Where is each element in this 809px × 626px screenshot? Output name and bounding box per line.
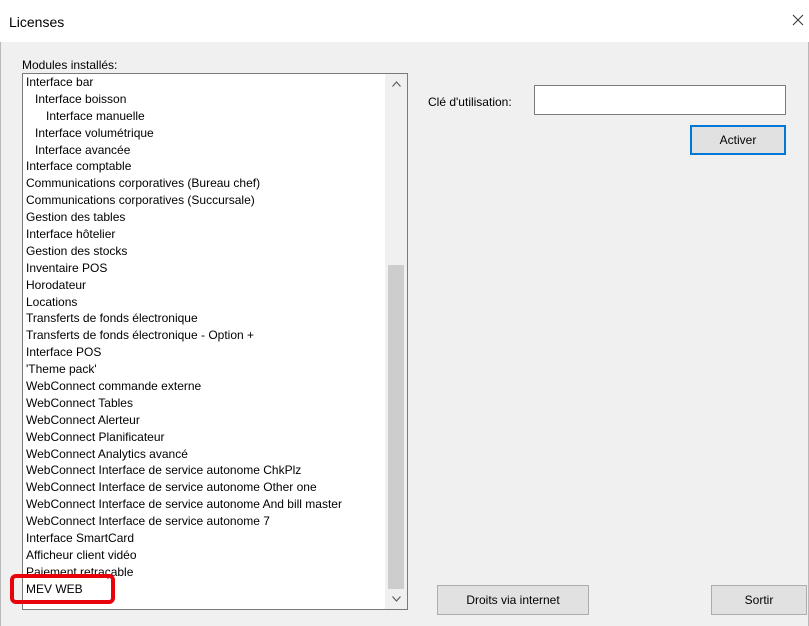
list-item[interactable]: Interface boisson <box>23 91 385 108</box>
list-item[interactable]: Horodateur <box>23 277 385 294</box>
list-item[interactable]: WebConnect Alerteur <box>23 412 385 429</box>
title-bar: Licenses <box>0 0 809 42</box>
activate-button[interactable]: Activer <box>690 125 786 155</box>
chevron-down-icon <box>391 596 401 602</box>
list-item[interactable]: Locations <box>23 294 385 311</box>
license-key-label: Clé d'utilisation: <box>428 95 512 109</box>
scroll-thumb[interactable] <box>388 265 404 589</box>
license-key-input[interactable] <box>534 85 786 115</box>
list-item[interactable]: Afficheur client vidéo <box>23 547 385 564</box>
modules-list: Interface bar Interface boisson Interface … <box>23 74 385 598</box>
list-item[interactable]: Interface hôtelier <box>23 226 385 243</box>
exit-button[interactable]: Sortir <box>711 585 807 615</box>
vertical-scrollbar[interactable] <box>385 74 407 609</box>
list-item[interactable]: Interface comptable <box>23 158 385 175</box>
close-icon <box>792 14 804 26</box>
list-item[interactable]: WebConnect Interface de service autonome… <box>23 496 385 513</box>
list-item[interactable]: WebConnect Tables <box>23 395 385 412</box>
list-item[interactable]: Gestion des tables <box>23 209 385 226</box>
list-item[interactable]: Interface manuelle <box>23 108 385 125</box>
list-item[interactable]: WebConnect commande externe <box>23 378 385 395</box>
scroll-down-button[interactable] <box>385 589 407 609</box>
list-item[interactable]: Inventaire POS <box>23 260 385 277</box>
list-item[interactable]: WebConnect Interface de service autonome… <box>23 462 385 479</box>
close-button[interactable] <box>787 5 809 35</box>
list-item[interactable]: WebConnect Interface de service autonome… <box>23 513 385 530</box>
internet-rights-button[interactable]: Droits via internet <box>437 585 589 615</box>
list-item[interactable]: Transferts de fonds électronique - Optio… <box>23 327 385 344</box>
modules-listbox[interactable]: Interface bar Interface boisson Interface … <box>22 73 408 610</box>
window-border-left <box>0 0 1 626</box>
list-item[interactable]: Interface POS <box>23 344 385 361</box>
list-item[interactable]: Interface avancée <box>23 142 385 159</box>
list-item[interactable]: WebConnect Interface de service autonome… <box>23 479 385 496</box>
list-item[interactable]: Interface SmartCard <box>23 530 385 547</box>
list-item[interactable]: Communications corporatives (Succursale) <box>23 192 385 209</box>
scroll-up-button[interactable] <box>385 74 407 94</box>
list-item[interactable]: Paiement retraçable <box>23 564 385 581</box>
list-item[interactable]: Interface volumétrique <box>23 125 385 142</box>
list-item[interactable]: Communications corporatives (Bureau chef… <box>23 175 385 192</box>
window-title: Licenses <box>9 14 65 30</box>
list-item[interactable]: WebConnect Planificateur <box>23 429 385 446</box>
list-item[interactable]: MEV WEB <box>23 581 385 598</box>
list-item[interactable]: Transferts de fonds électronique <box>23 310 385 327</box>
list-item[interactable]: Interface bar <box>23 74 385 91</box>
list-item[interactable]: 'Theme pack' <box>23 361 385 378</box>
modules-label: Modules installés: <box>22 58 118 72</box>
list-item[interactable]: Gestion des stocks <box>23 243 385 260</box>
chevron-up-icon <box>391 81 401 87</box>
list-item[interactable]: WebConnect Analytics avancé <box>23 446 385 463</box>
